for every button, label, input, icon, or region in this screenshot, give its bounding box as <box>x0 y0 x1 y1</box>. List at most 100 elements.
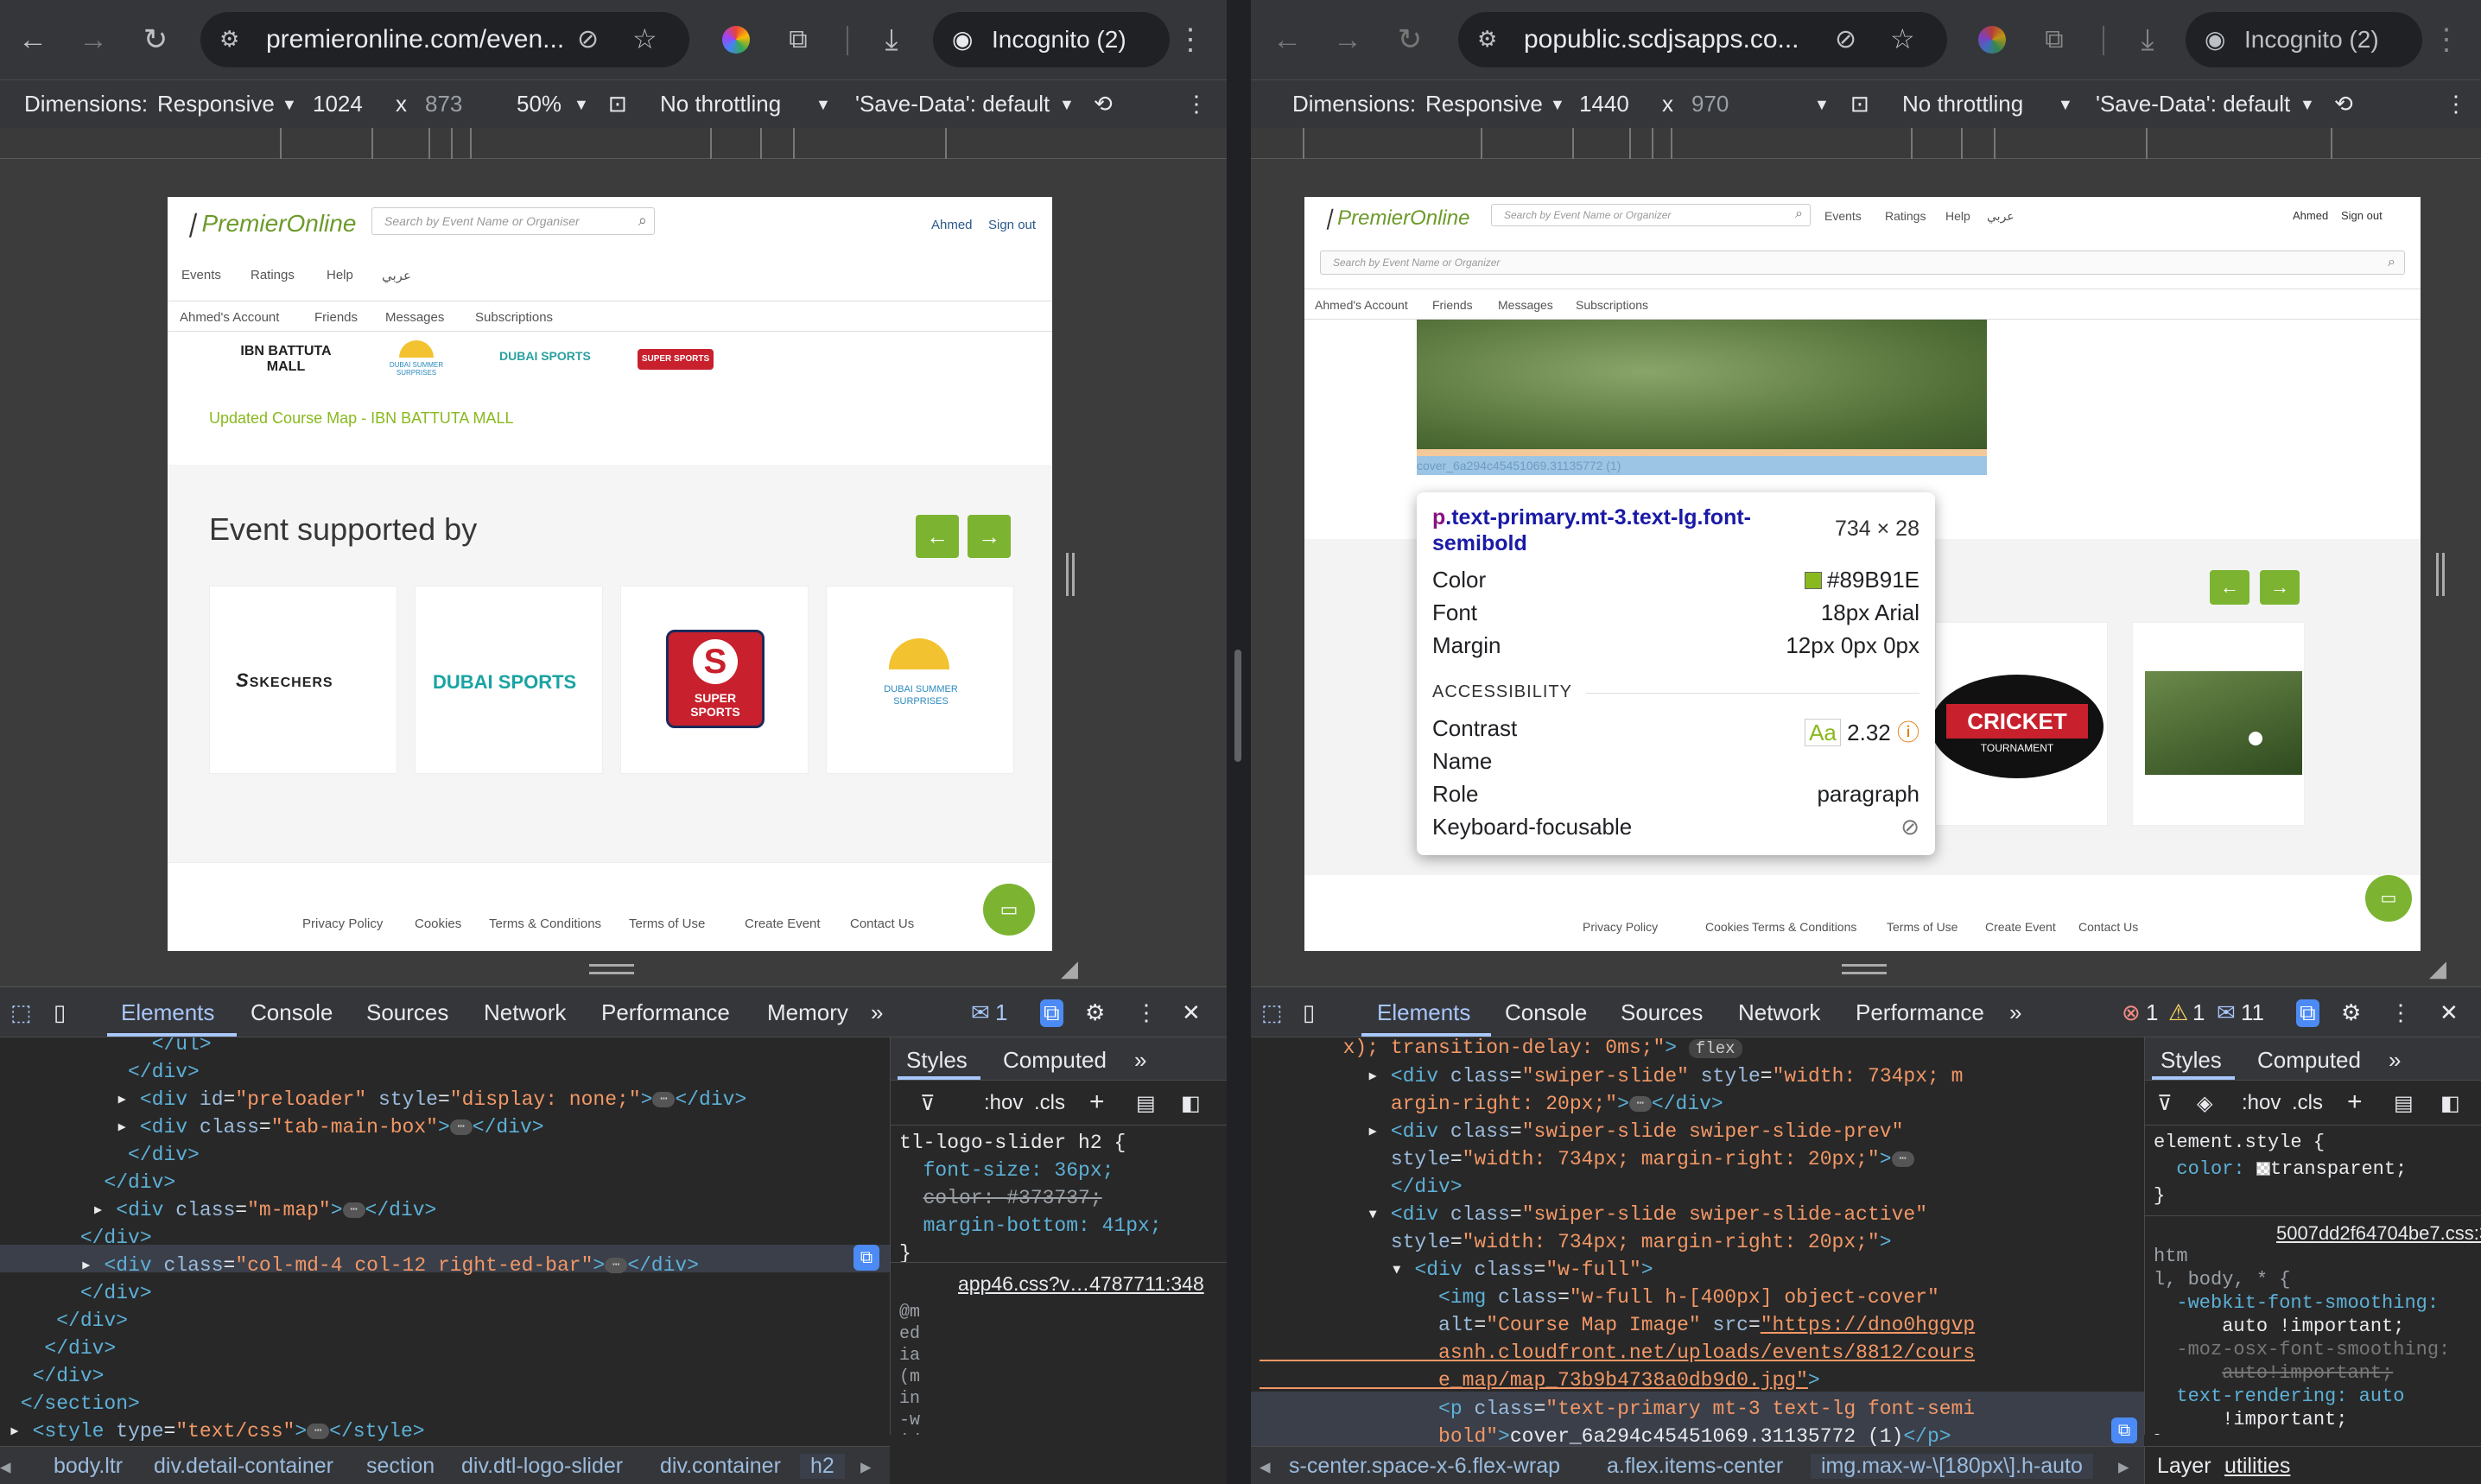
search-icon[interactable]: ⌕ <box>2388 255 2395 270</box>
star-icon[interactable]: ☆ <box>632 22 657 55</box>
tab-sources[interactable]: Sources <box>1621 999 1703 1026</box>
site-search-input-2[interactable]: Search by Event Name or Organizer ⌕ <box>1320 251 2405 275</box>
crumb-left-arrow-icon[interactable]: ◂ <box>1260 1454 1271 1480</box>
bottom-resize-handle[interactable] <box>589 964 634 974</box>
slider-prev-button[interactable]: ← <box>2210 570 2249 605</box>
more-tabs-icon[interactable]: » <box>1134 1047 1146 1074</box>
devtools-more-icon[interactable]: ⋮ <box>1135 999 1158 1026</box>
address-bar[interactable]: ⚙ popublic.scdjsapps.co... ⊘ ☆ <box>1458 12 1947 67</box>
save-data-select[interactable]: 'Save-Data': default <box>855 91 1050 117</box>
footer-cookies[interactable]: Cookies <box>415 916 461 931</box>
more-menu-icon[interactable]: ⋮ <box>2431 24 2462 55</box>
device-more-icon[interactable]: ⋮ <box>2445 91 2467 117</box>
crumb-h2[interactable]: h2 <box>800 1454 845 1479</box>
crumb-left-arrow-icon[interactable]: ◂ <box>0 1454 11 1480</box>
search-icon[interactable]: ⌕ <box>638 212 647 230</box>
window-divider[interactable] <box>1227 0 1251 1484</box>
tab-memory[interactable]: Memory <box>767 999 848 1026</box>
crumb-right-arrow-icon[interactable]: ▸ <box>2118 1454 2129 1480</box>
throttle-select[interactable]: No throttling <box>1902 91 2023 117</box>
zoom-select[interactable]: 50% <box>517 91 562 117</box>
cls-toggle[interactable]: .cls <box>1034 1091 1065 1115</box>
capture-icon[interactable]: ⊡ <box>1850 91 1869 117</box>
close-icon[interactable]: ✕ <box>1182 999 1201 1026</box>
course-map-link[interactable]: Updated Course Map - IBN BATTUTA MALL <box>209 409 513 428</box>
signout-link[interactable]: Sign out <box>988 218 1036 232</box>
rotate-icon[interactable]: ⟲ <box>1094 91 1113 117</box>
rotate-icon[interactable]: ⟲ <box>2334 91 2353 117</box>
incognito-chip[interactable]: ◉ Incognito (2) <box>933 12 1170 67</box>
forward-arrow-icon[interactable]: → <box>78 24 109 55</box>
download-icon[interactable]: ⤓ <box>2132 24 2163 55</box>
tab-elements[interactable]: Elements <box>1377 999 1470 1026</box>
subnav-subscriptions[interactable]: Subscriptions <box>475 310 553 325</box>
hov-toggle[interactable]: :hov <box>2242 1091 2281 1115</box>
sponsor-card-dubai-sports[interactable]: DUBAI SPORTS <box>415 586 603 774</box>
styles-rule[interactable]: tl-logo-slider h2 { font-size: 36px; col… <box>899 1129 1162 1267</box>
save-data-select[interactable]: 'Save-Data': default <box>2096 91 2290 117</box>
warning-icon[interactable]: ⚠ <box>2168 999 2188 1026</box>
viewport-resize-handle[interactable] <box>1066 553 1075 596</box>
height-input[interactable]: 873 <box>425 91 462 117</box>
back-arrow-icon[interactable]: ← <box>1272 24 1303 55</box>
site-settings-icon[interactable]: ⚙ <box>1477 26 1505 54</box>
corner-resize-icon[interactable]: ◢ <box>2429 955 2446 982</box>
subnav-friends[interactable]: Friends <box>1432 298 1473 312</box>
width-input[interactable]: 1024 <box>313 91 363 117</box>
more-menu-icon[interactable]: ⋮ <box>1175 24 1206 55</box>
ai-assist-icon[interactable]: ⧉ <box>2296 999 2319 1027</box>
paint-icon[interactable]: ▤ <box>2394 1091 2414 1116</box>
ai-assist-icon[interactable]: ⧉ <box>1040 999 1063 1027</box>
eye-off-icon[interactable]: ⊘ <box>1835 24 1856 54</box>
ai-badge-icon[interactable]: ⧉ <box>853 1245 879 1271</box>
crumb-right-arrow-icon[interactable]: ▸ <box>860 1454 872 1480</box>
filter-icon[interactable]: ⊽ <box>2157 1091 2173 1116</box>
capture-icon[interactable]: ⊡ <box>608 91 627 117</box>
device-mode-select[interactable]: Responsive <box>1425 91 1543 117</box>
plus-icon[interactable]: + <box>2347 1088 2363 1117</box>
forward-arrow-icon[interactable]: → <box>1332 24 1363 55</box>
nav-events[interactable]: Events <box>181 268 221 282</box>
tab-computed[interactable]: Computed <box>2257 1047 2361 1074</box>
crumb-body[interactable]: body.ltr <box>54 1454 123 1479</box>
paint-icon[interactable]: ▤ <box>1136 1091 1156 1116</box>
chat-icon[interactable]: ▭ <box>983 884 1035 935</box>
plus-icon[interactable]: + <box>1089 1088 1105 1117</box>
device-mode-select[interactable]: Responsive <box>157 91 275 117</box>
footer-create-event[interactable]: Create Event <box>1985 920 2056 934</box>
search-icon[interactable]: ⌕ <box>1795 206 1803 222</box>
nav-ratings[interactable]: Ratings <box>251 268 295 282</box>
tab-computed[interactable]: Computed <box>1003 1047 1107 1074</box>
nav-help[interactable]: Help <box>327 268 353 282</box>
site-logo[interactable]: ❘PremierOnline <box>181 209 356 238</box>
event-card-cricket[interactable]: CRICKET TOURNAMENT <box>1931 622 2108 826</box>
footer-privacy[interactable]: Privacy Policy <box>1583 920 1658 934</box>
filter-icon[interactable]: ⊽ <box>920 1091 936 1116</box>
transparent-swatch[interactable] <box>2256 1162 2270 1176</box>
device-toggle-icon[interactable]: ▯ <box>54 999 66 1026</box>
error-icon[interactable]: ⊗ <box>2122 999 2141 1026</box>
sponsor-card-dss[interactable]: DUBAI SUMMER SURPRISES <box>826 586 1014 774</box>
nav-arabic[interactable]: عربي <box>382 268 411 283</box>
dom-tree-code[interactable]: </ul> </div> ▸ <div id="preloader" style… <box>9 1037 746 1252</box>
subnav-messages[interactable]: Messages <box>1498 298 1553 312</box>
dom-tree-code-2[interactable]: <p class="text-primary mt-3 text-lg font… <box>1260 1395 1975 1447</box>
signout-link[interactable]: Sign out <box>2341 209 2383 222</box>
star-icon[interactable]: ☆ <box>1890 22 1915 55</box>
nav-arabic[interactable]: عربي <box>1987 209 2015 224</box>
styles-rule-2[interactable]: htm l, body, * { -webkit-font-smoothing:… <box>2154 1245 2450 1435</box>
messages-icon[interactable]: ✉ <box>2217 999 2236 1026</box>
layers-icon[interactable]: ◈ <box>2197 1091 2212 1116</box>
slider-next-button[interactable]: → <box>968 515 1011 558</box>
crumb-container[interactable]: div.container <box>660 1454 781 1479</box>
site-search-input[interactable]: Search by Event Name or Organizer ⌕ <box>1491 204 1811 226</box>
footer-terms-conditions[interactable]: Terms & Conditions <box>489 916 601 931</box>
site-settings-icon[interactable]: ⚙ <box>219 26 247 54</box>
media-query-ruler[interactable] <box>0 128 1227 159</box>
crumb-flex-wrap[interactable]: s-center.space-x-6.flex-wrap <box>1289 1454 1560 1479</box>
sponsor-card-skechers[interactable]: SSKECHERS <box>209 586 397 774</box>
nav-ratings[interactable]: Ratings <box>1885 209 1926 223</box>
nav-events[interactable]: Events <box>1824 209 1862 223</box>
reload-icon[interactable]: ↻ <box>1394 24 1425 55</box>
close-icon[interactable]: ✕ <box>2440 999 2459 1026</box>
